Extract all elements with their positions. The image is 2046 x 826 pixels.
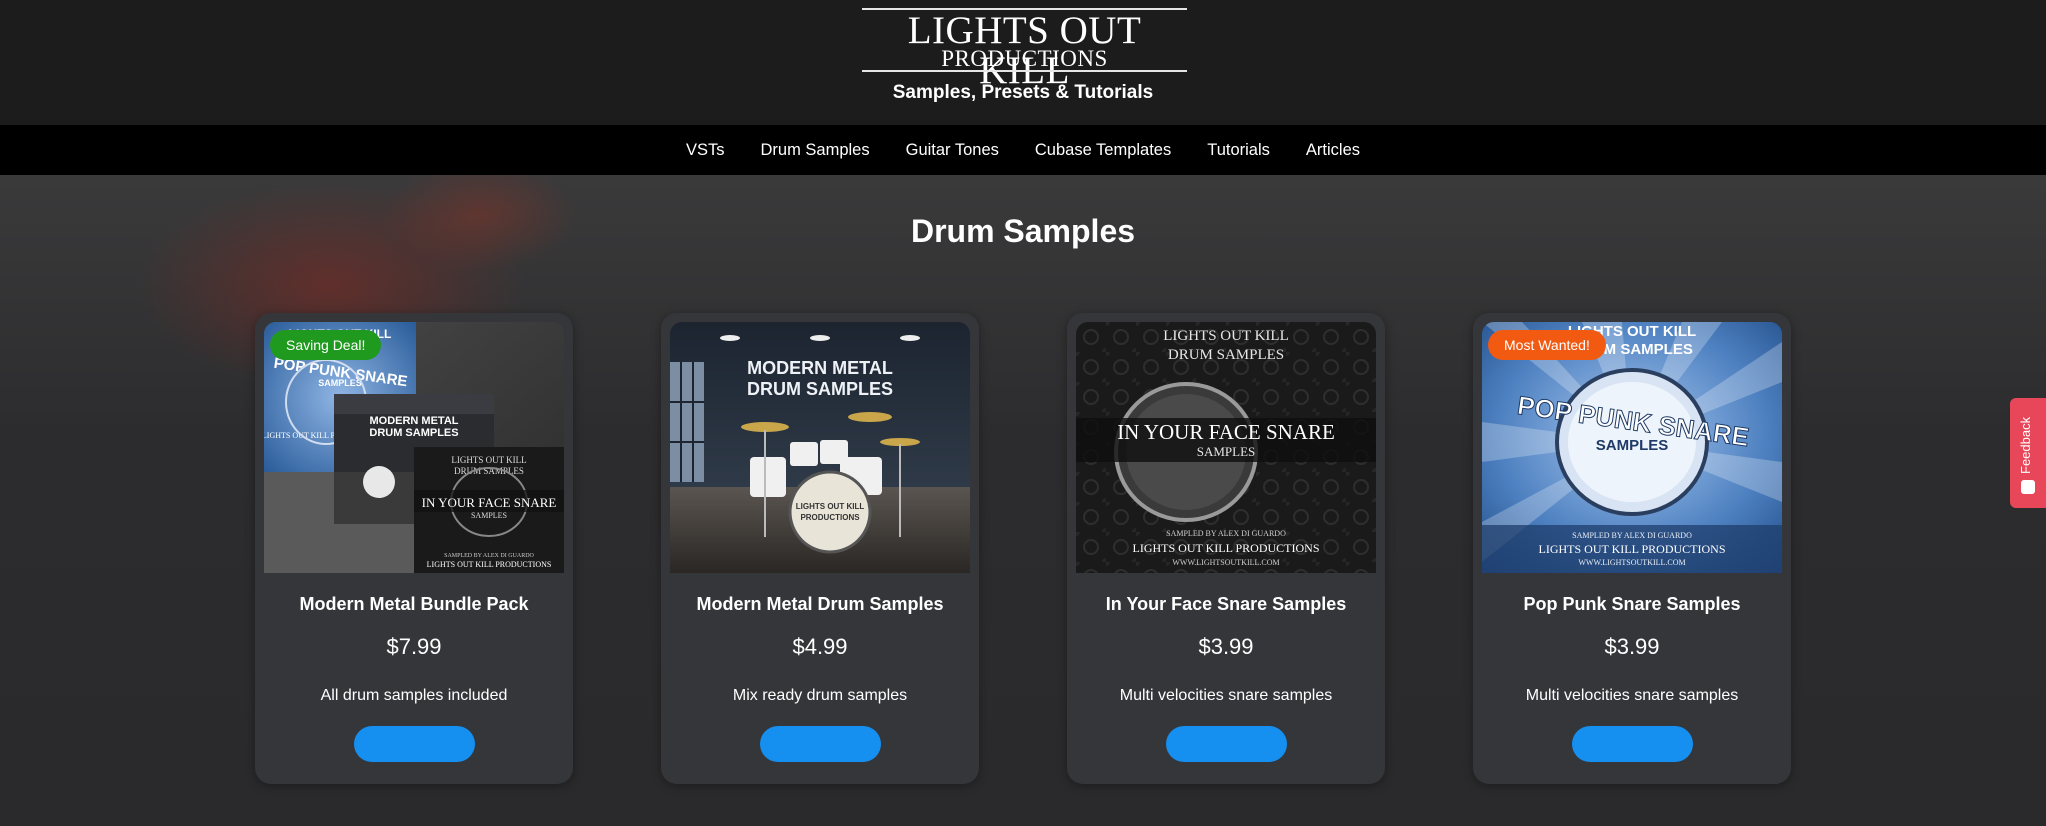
feedback-tab[interactable]: Feedback bbox=[2010, 398, 2046, 508]
pop-footer: LIGHTS OUT KILL PRODUCTIONS bbox=[1539, 542, 1726, 556]
iyf-footer: LIGHTS OUT KILL PRODUCTIONS bbox=[1133, 541, 1320, 555]
nav-item-cubase-templates[interactable]: Cubase Templates bbox=[1035, 141, 1171, 160]
pop-url: WWW.LIGHTSOUTKILL.COM bbox=[1578, 558, 1685, 567]
pop-credit: SAMPLED BY ALEX DI GUARDO bbox=[1572, 531, 1692, 540]
metal-title-2: DRUM SAMPLES bbox=[747, 379, 893, 399]
bundle-iyf-footer: LIGHTS OUT KILL PRODUCTIONS bbox=[427, 560, 552, 569]
logo-bottom-rule bbox=[862, 70, 1187, 72]
product-image-in-your-face-snare[interactable]: LIGHTS OUT KILL DRUM SAMPLES IN YOUR FAC… bbox=[1076, 322, 1376, 573]
iyf-credit: SAMPLED BY ALEX DI GUARDO bbox=[1166, 529, 1286, 538]
pop-sub: SAMPLES bbox=[1596, 437, 1669, 454]
bundle-metal-title-1: MODERN METAL bbox=[369, 415, 458, 427]
iyf-sub: SAMPLES bbox=[1197, 444, 1256, 459]
nav-item-vsts[interactable]: VSTs bbox=[686, 141, 725, 160]
buy-button[interactable] bbox=[1572, 726, 1693, 762]
feedback-icon bbox=[2021, 480, 2035, 494]
product-name[interactable]: Pop Punk Snare Samples bbox=[1473, 594, 1791, 615]
bundle-pop-sub: SAMPLES bbox=[318, 378, 362, 388]
product-image-modern-metal[interactable]: MODERN METAL DRUM SAMPLES LIGHTS OUT KIL… bbox=[670, 322, 970, 573]
most-wanted-badge: Most Wanted! bbox=[1488, 330, 1606, 360]
product-card-in-your-face-snare[interactable]: LIGHTS OUT KILL DRUM SAMPLES IN YOUR FAC… bbox=[1067, 313, 1385, 784]
page-title: Drum Samples bbox=[910, 213, 1136, 249]
bundle-iyf-sub: SAMPLES bbox=[471, 511, 507, 520]
product-card-modern-metal[interactable]: MODERN METAL DRUM SAMPLES LIGHTS OUT KIL… bbox=[661, 313, 979, 784]
product-card-bundle[interactable]: LIGHTS OUT KILL POP PUNK SNARE SAMPLES L… bbox=[255, 313, 573, 784]
buy-button[interactable] bbox=[760, 726, 881, 762]
product-price: $3.99 bbox=[1198, 634, 1254, 659]
nav-item-articles[interactable]: Articles bbox=[1306, 141, 1360, 160]
bundle-iyf-top-1: LIGHTS OUT KILL bbox=[451, 455, 526, 465]
product-description: Mix ready drum samples bbox=[732, 687, 908, 704]
product-description: Multi velocities snare samples bbox=[1525, 687, 1739, 704]
nav-items: VSTs Drum Samples Guitar Tones Cubase Te… bbox=[0, 125, 2046, 175]
site-tagline: Samples, Presets & Tutorials bbox=[892, 82, 1154, 103]
nav-item-tutorials[interactable]: Tutorials bbox=[1207, 141, 1270, 160]
logo-subtitle: PRODUCTIONS bbox=[941, 46, 1108, 71]
metal-title-1: MODERN METAL bbox=[747, 358, 893, 378]
feedback-label: Feedback bbox=[2018, 416, 2033, 474]
product-description: All drum samples included bbox=[320, 687, 508, 704]
main-nav: VSTs Drum Samples Guitar Tones Cubase Te… bbox=[0, 125, 2046, 175]
product-price: $7.99 bbox=[386, 634, 442, 659]
iyf-top-1: LIGHTS OUT KILL bbox=[1163, 328, 1289, 344]
bundle-iyf-title: IN YOUR FACE SNARE bbox=[422, 495, 557, 510]
bundle-iyf-credit: SAMPLED BY ALEX DI GUARDO bbox=[444, 553, 534, 559]
product-price: $3.99 bbox=[1604, 634, 1660, 659]
modern-metal-artwork: MODERN METAL DRUM SAMPLES LIGHTS OUT KIL… bbox=[670, 322, 970, 573]
iyf-url: WWW.LIGHTSOUTKILL.COM bbox=[1172, 558, 1279, 567]
product-card-pop-punk-snare[interactable]: LIGHTS OUT KILL DRUM SAMPLES POP PUNK SN… bbox=[1473, 313, 1791, 784]
product-name[interactable]: Modern Metal Drum Samples bbox=[661, 594, 979, 615]
metal-drum-text-1: LIGHTS OUT KILL bbox=[796, 502, 865, 511]
saving-deal-badge: Saving Deal! bbox=[270, 330, 382, 360]
nav-item-guitar-tones[interactable]: Guitar Tones bbox=[906, 141, 999, 160]
site-header: LIGHTS OUT KILL PRODUCTIONS Samples, Pre… bbox=[0, 0, 2046, 125]
buy-button[interactable] bbox=[354, 726, 475, 762]
metal-drum-text-2: PRODUCTIONS bbox=[800, 513, 860, 522]
bundle-metal-title-2: DRUM SAMPLES bbox=[369, 427, 458, 439]
in-your-face-snare-artwork: LIGHTS OUT KILL DRUM SAMPLES IN YOUR FAC… bbox=[1076, 322, 1376, 573]
product-description: Multi velocities snare samples bbox=[1119, 687, 1333, 704]
nav-item-drum-samples[interactable]: Drum Samples bbox=[761, 141, 870, 160]
product-name[interactable]: In Your Face Snare Samples bbox=[1067, 594, 1385, 615]
iyf-title: IN YOUR FACE SNARE bbox=[1117, 420, 1335, 444]
product-name[interactable]: Modern Metal Bundle Pack bbox=[255, 594, 573, 615]
buy-button[interactable] bbox=[1166, 726, 1287, 762]
product-price: $4.99 bbox=[792, 634, 848, 659]
iyf-top-2: DRUM SAMPLES bbox=[1168, 347, 1284, 363]
site-logo[interactable]: LIGHTS OUT KILL PRODUCTIONS bbox=[862, 8, 1187, 91]
